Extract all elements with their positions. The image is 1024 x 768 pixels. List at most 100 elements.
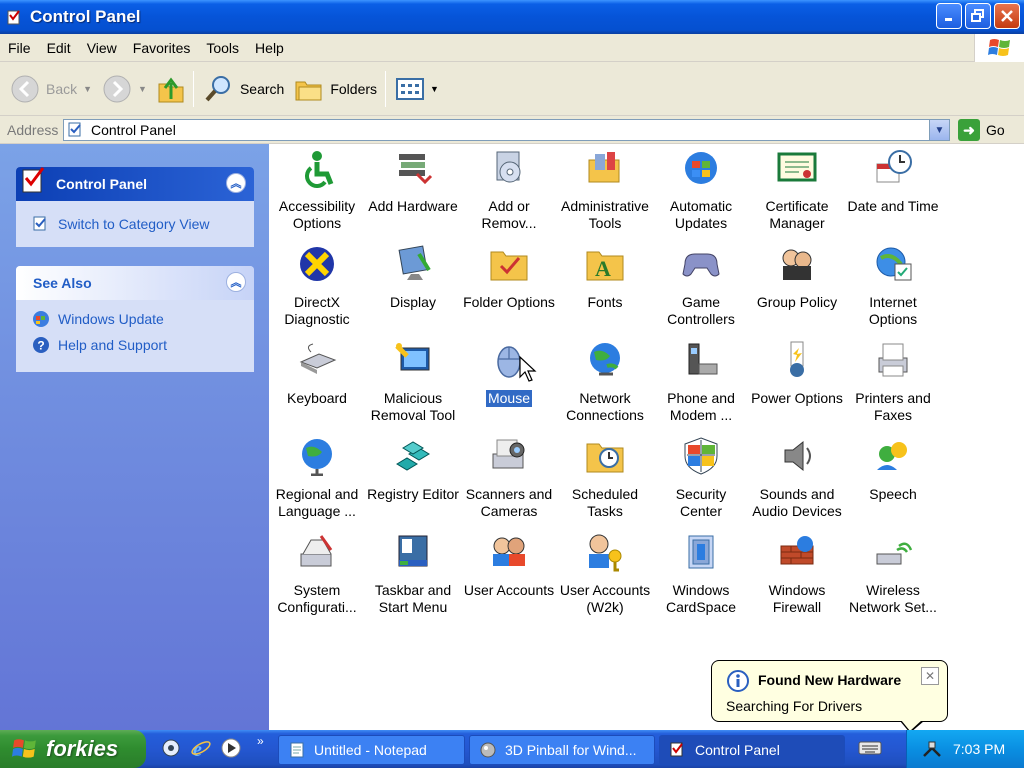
network-icon [585, 340, 625, 380]
cp-item-taskbar[interactable]: Taskbar and Start Menu [365, 532, 461, 616]
cp-item-mouse[interactable]: Mouse [461, 340, 557, 407]
search-button[interactable]: Search [204, 69, 284, 109]
close-button[interactable] [994, 3, 1020, 29]
address-input[interactable]: Control Panel ▼ [63, 119, 950, 141]
collapse-chevron-icon[interactable]: ︽ [226, 272, 246, 292]
cp-item-add-remove-programs[interactable]: Add or Remov... [461, 148, 557, 232]
cp-item-label: DirectX Diagnostic [284, 294, 350, 327]
menu-file[interactable]: File [0, 40, 39, 56]
menu-view[interactable]: View [79, 40, 125, 56]
start-button[interactable]: forkies [0, 730, 146, 768]
address-dropdown-icon[interactable]: ▼ [929, 120, 949, 140]
cp-item-speaker[interactable]: Sounds and Audio Devices [749, 436, 845, 520]
cp-item-label: Add or Remov... [481, 198, 537, 231]
cp-item-label: Registry Editor [367, 486, 459, 502]
found-new-hardware-balloon[interactable]: Found New Hardware Searching For Drivers… [711, 660, 948, 733]
cp-item-display[interactable]: Display [365, 244, 461, 311]
clock[interactable]: 7:03 PM [953, 741, 1005, 757]
cp-item-cardspace[interactable]: Windows CardSpace [653, 532, 749, 616]
cp-item-registry[interactable]: Registry Editor [365, 436, 461, 503]
cp-item-label: Game Controllers [667, 294, 735, 327]
up-folder-button[interactable] [157, 69, 185, 109]
keyboard-icon [297, 340, 337, 380]
help-support-link[interactable]: ? Help and Support [32, 332, 240, 358]
cp-item-group-policy[interactable]: Group Policy [749, 244, 845, 311]
cp-item-speech[interactable]: Speech [845, 436, 941, 503]
views-button[interactable]: ▼ [396, 69, 439, 109]
folders-button[interactable]: Folders [294, 69, 377, 109]
cp-item-label: Scheduled Tasks [571, 486, 639, 519]
cp-item-phone-modem[interactable]: Phone and Modem ... [653, 340, 749, 424]
forward-dropdown-icon[interactable]: ▼ [138, 84, 147, 94]
back-dropdown-icon[interactable]: ▼ [83, 84, 92, 94]
cp-item-keyboard[interactable]: Keyboard [269, 340, 365, 407]
control-panel-box-header[interactable]: Control Panel ︽ [16, 167, 254, 201]
taskbar-icon [393, 532, 433, 572]
go-button[interactable]: ➜ Go [958, 119, 1005, 141]
cp-item-directx[interactable]: DirectX Diagnostic [269, 244, 365, 328]
forward-button[interactable]: ▼ [102, 69, 147, 109]
cp-item-label: Taskbar and Start Menu [374, 582, 452, 615]
menu-edit[interactable]: Edit [39, 40, 79, 56]
svg-text:A: A [595, 256, 611, 281]
cp-item-power[interactable]: Power Options [749, 340, 845, 407]
cp-item-date-time[interactable]: Date and Time [845, 148, 941, 215]
see-also-box-header[interactable]: See Also ︽ [16, 266, 254, 300]
menu-tools[interactable]: Tools [198, 40, 247, 56]
cp-item-game-controller[interactable]: Game Controllers [653, 244, 749, 328]
toolbar: Back ▼ ▼ Search Folders ▼ [0, 62, 1024, 116]
cp-item-add-hardware[interactable]: Add Hardware [365, 148, 461, 215]
switch-category-view-link[interactable]: Switch to Category View [32, 211, 240, 237]
minimize-button[interactable] [936, 3, 962, 29]
media-player-icon[interactable] [220, 737, 242, 759]
cp-item-scanner-camera[interactable]: Scanners and Cameras [461, 436, 557, 520]
cp-item-firewall[interactable]: Windows Firewall [749, 532, 845, 616]
keyboard-layout-icon[interactable] [858, 738, 882, 758]
cp-item-malicious-removal[interactable]: Malicious Removal Tool [365, 340, 461, 424]
cp-item-label: Add Hardware [368, 198, 458, 214]
taskbar-notepad[interactable]: Untitled - Notepad [278, 735, 465, 765]
hardware-notification-icon[interactable] [921, 739, 943, 759]
cp-item-label: Windows Firewall [768, 582, 826, 615]
notepad-icon [290, 742, 304, 758]
address-value: Control Panel [91, 122, 176, 138]
scheduled-tasks-icon [585, 436, 625, 476]
menu-favorites[interactable]: Favorites [125, 40, 199, 56]
cp-item-printer[interactable]: Printers and Faxes [845, 340, 941, 424]
cp-item-user-accounts[interactable]: User Accounts [461, 532, 557, 599]
menu-help[interactable]: Help [247, 40, 292, 56]
cp-item-user-accounts-key[interactable]: User Accounts (W2k) [557, 532, 653, 616]
windows-logo-icon [974, 34, 1024, 62]
cp-item-regional[interactable]: Regional and Language ... [269, 436, 365, 520]
balloon-close-icon[interactable]: ✕ [921, 667, 939, 685]
cp-item-administrative-tools[interactable]: Administrative Tools [557, 148, 653, 232]
cp-item-security-shield[interactable]: Security Center [653, 436, 749, 520]
cp-item-label: Fonts [587, 294, 623, 310]
internet-options-icon [873, 244, 913, 284]
quick-launch-app-icon[interactable] [160, 737, 182, 759]
taskbar-control-panel[interactable]: Control Panel [659, 735, 845, 765]
see-also-title: See Also [33, 275, 92, 291]
title-bar[interactable]: Control Panel [0, 0, 1024, 34]
cp-item-folder-options[interactable]: Folder Options [461, 244, 557, 311]
cp-item-wireless[interactable]: Wireless Network Set... [845, 532, 941, 616]
taskbar-pinball[interactable]: 3D Pinball for Wind... [469, 735, 655, 765]
see-also-box: See Also ︽ Windows Update ? Help and Sup… [16, 266, 254, 372]
cp-item-automatic-updates[interactable]: Automatic Updates [653, 148, 749, 232]
cp-item-system-config[interactable]: System Configurati... [269, 532, 365, 616]
task-pane: Control Panel ︽ Switch to Category View … [0, 144, 269, 730]
quick-launch-expand-icon[interactable]: » [257, 734, 264, 748]
back-button[interactable]: Back ▼ [10, 69, 92, 109]
views-dropdown-icon[interactable]: ▼ [430, 84, 439, 94]
cp-item-accessibility[interactable]: Accessibility Options [269, 148, 365, 232]
restore-button[interactable] [965, 3, 991, 29]
cp-item-fonts[interactable]: A Fonts [557, 244, 653, 311]
cp-item-internet-options[interactable]: Internet Options [845, 244, 941, 328]
internet-explorer-icon[interactable]: e [190, 737, 212, 759]
system-config-icon [297, 532, 337, 572]
cp-item-network[interactable]: Network Connections [557, 340, 653, 424]
collapse-chevron-icon[interactable]: ︽ [226, 173, 246, 193]
cp-item-scheduled-tasks[interactable]: Scheduled Tasks [557, 436, 653, 520]
windows-update-link[interactable]: Windows Update [32, 306, 240, 332]
cp-item-certificate[interactable]: Certificate Manager [749, 148, 845, 232]
